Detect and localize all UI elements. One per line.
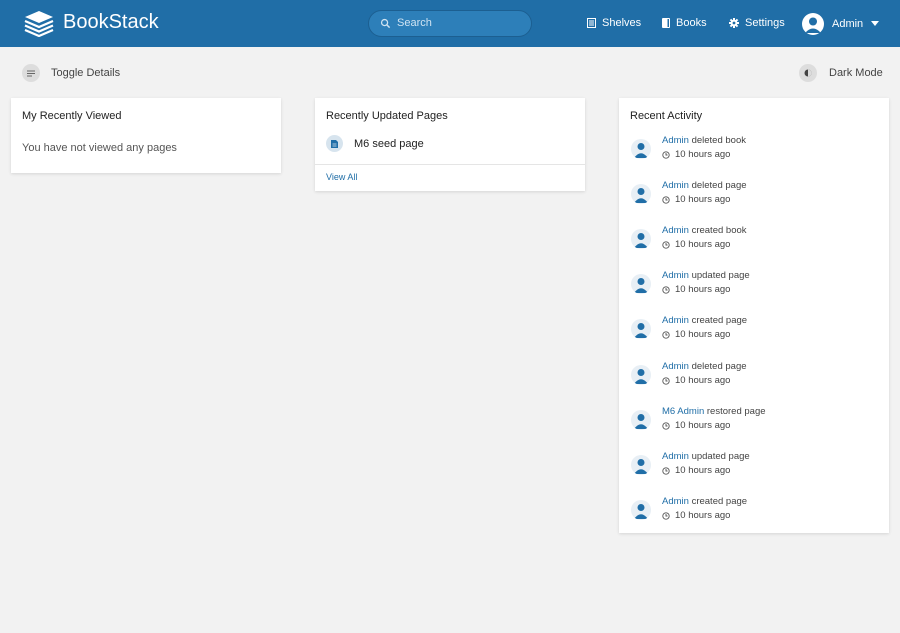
- activity-item: M6 Admin restored page 10 hours ago: [631, 406, 881, 436]
- activity-user-link[interactable]: Admin: [662, 315, 689, 326]
- clock-icon: [662, 150, 670, 159]
- user-menu-toggle[interactable]: Admin: [802, 12, 880, 35]
- activity-action: deleted page: [691, 361, 747, 372]
- nav-shelves-label: Shelves: [602, 17, 642, 29]
- clock-icon: [662, 511, 670, 520]
- user-avatar-icon: [631, 410, 651, 430]
- activity-time: 10 hours ago: [675, 420, 731, 431]
- card-title: Recently Updated Pages: [326, 110, 448, 122]
- activity-user-link[interactable]: Admin: [662, 361, 689, 372]
- activity-item: Admin deleted page 10 hours ago: [631, 361, 881, 391]
- activity-item: Admin deleted book 10 hours ago: [631, 135, 881, 165]
- activity-time: 10 hours ago: [675, 149, 731, 160]
- activity-action: deleted book: [691, 135, 746, 146]
- activity-item: Admin updated page 10 hours ago: [631, 451, 881, 481]
- recent-activity-card: Recent Activity Admin deleted book 10 ho…: [619, 98, 889, 533]
- user-avatar-icon: [631, 229, 651, 249]
- activity-action: deleted page: [691, 180, 747, 191]
- activity-user-link[interactable]: Admin: [662, 180, 689, 191]
- view-all-link[interactable]: View All: [326, 172, 357, 182]
- nav-settings-label: Settings: [745, 17, 785, 29]
- activity-item: Admin created page 10 hours ago: [631, 496, 881, 526]
- activity-time: 10 hours ago: [675, 510, 731, 521]
- user-avatar-icon: [631, 365, 651, 385]
- clock-icon: [662, 195, 670, 204]
- clock-icon: [662, 421, 670, 430]
- avatar: [802, 12, 824, 35]
- activity-action: created page: [691, 315, 748, 326]
- activity-user-link[interactable]: M6 Admin: [662, 406, 704, 417]
- toggle-details-icon: [22, 64, 40, 82]
- activity-item: Admin created book 10 hours ago: [631, 225, 881, 255]
- page-icon: [326, 135, 343, 152]
- divider: [315, 164, 585, 165]
- toggle-details-label: Toggle Details: [51, 67, 121, 79]
- activity-user-link[interactable]: Admin: [662, 135, 689, 146]
- clock-icon: [662, 240, 670, 249]
- activity-item: Admin deleted page 10 hours ago: [631, 180, 881, 210]
- activity-time: 10 hours ago: [675, 284, 731, 295]
- activity-user-link[interactable]: Admin: [662, 225, 689, 236]
- activity-action: created book: [691, 225, 747, 236]
- clock-icon: [662, 466, 670, 475]
- shelves-icon: [587, 18, 596, 28]
- gear-icon: [729, 18, 739, 28]
- moon-icon: [799, 64, 817, 82]
- brand-name[interactable]: BookStack: [63, 11, 159, 34]
- activity-action: updated page: [691, 270, 750, 281]
- activity-time: 10 hours ago: [675, 465, 731, 476]
- recently-updated-card: Recently Updated Pages M6 seed page View…: [315, 98, 585, 191]
- card-title: My Recently Viewed: [22, 110, 122, 122]
- clock-icon: [662, 330, 670, 339]
- search-input[interactable]: Search: [368, 10, 532, 37]
- activity-item: Admin created page 10 hours ago: [631, 315, 881, 345]
- clock-icon: [662, 376, 670, 385]
- search-placeholder: Search: [397, 17, 432, 29]
- activity-user-link[interactable]: Admin: [662, 496, 689, 507]
- card-title: Recent Activity: [630, 110, 703, 122]
- user-avatar-icon: [631, 274, 651, 294]
- nav-shelves-link[interactable]: Shelves: [587, 17, 641, 29]
- chevron-down-icon: [871, 21, 880, 26]
- user-avatar-icon: [631, 319, 651, 339]
- page-name: M6 seed page: [354, 137, 424, 150]
- activity-action: created page: [691, 496, 748, 507]
- nav-settings-link[interactable]: Settings: [729, 17, 785, 29]
- dark-mode-label: Dark Mode: [829, 67, 883, 79]
- user-avatar-icon: [631, 455, 651, 475]
- activity-time: 10 hours ago: [675, 329, 731, 340]
- nav-books-label: Books: [676, 17, 707, 29]
- top-header: BookStack Search Shelves Books Settings …: [0, 0, 900, 47]
- activity-item: Admin updated page 10 hours ago: [631, 270, 881, 300]
- bookstack-logo-icon[interactable]: [24, 10, 54, 37]
- clock-icon: [662, 285, 670, 294]
- user-icon: [805, 17, 821, 33]
- page-link[interactable]: M6 seed page: [326, 135, 424, 152]
- activity-user-link[interactable]: Admin: [662, 270, 689, 281]
- activity-action: restored page: [706, 406, 766, 417]
- activity-time: 10 hours ago: [675, 239, 731, 250]
- activity-action: updated page: [691, 451, 750, 462]
- user-avatar-icon: [631, 139, 651, 159]
- toggle-details-button[interactable]: Toggle Details: [22, 64, 120, 82]
- activity-time: 10 hours ago: [675, 375, 731, 386]
- search-icon: [380, 18, 391, 29]
- nav-books-link[interactable]: Books: [662, 17, 707, 29]
- book-icon: [662, 18, 670, 28]
- user-name: Admin: [832, 17, 864, 30]
- user-avatar-icon: [631, 184, 651, 204]
- dark-mode-button[interactable]: Dark Mode: [799, 64, 883, 82]
- empty-message: You have not viewed any pages: [22, 142, 177, 154]
- activity-user-link[interactable]: Admin: [662, 451, 689, 462]
- activity-time: 10 hours ago: [675, 194, 731, 205]
- user-avatar-icon: [631, 500, 651, 520]
- recently-viewed-card: My Recently Viewed You have not viewed a…: [11, 98, 281, 173]
